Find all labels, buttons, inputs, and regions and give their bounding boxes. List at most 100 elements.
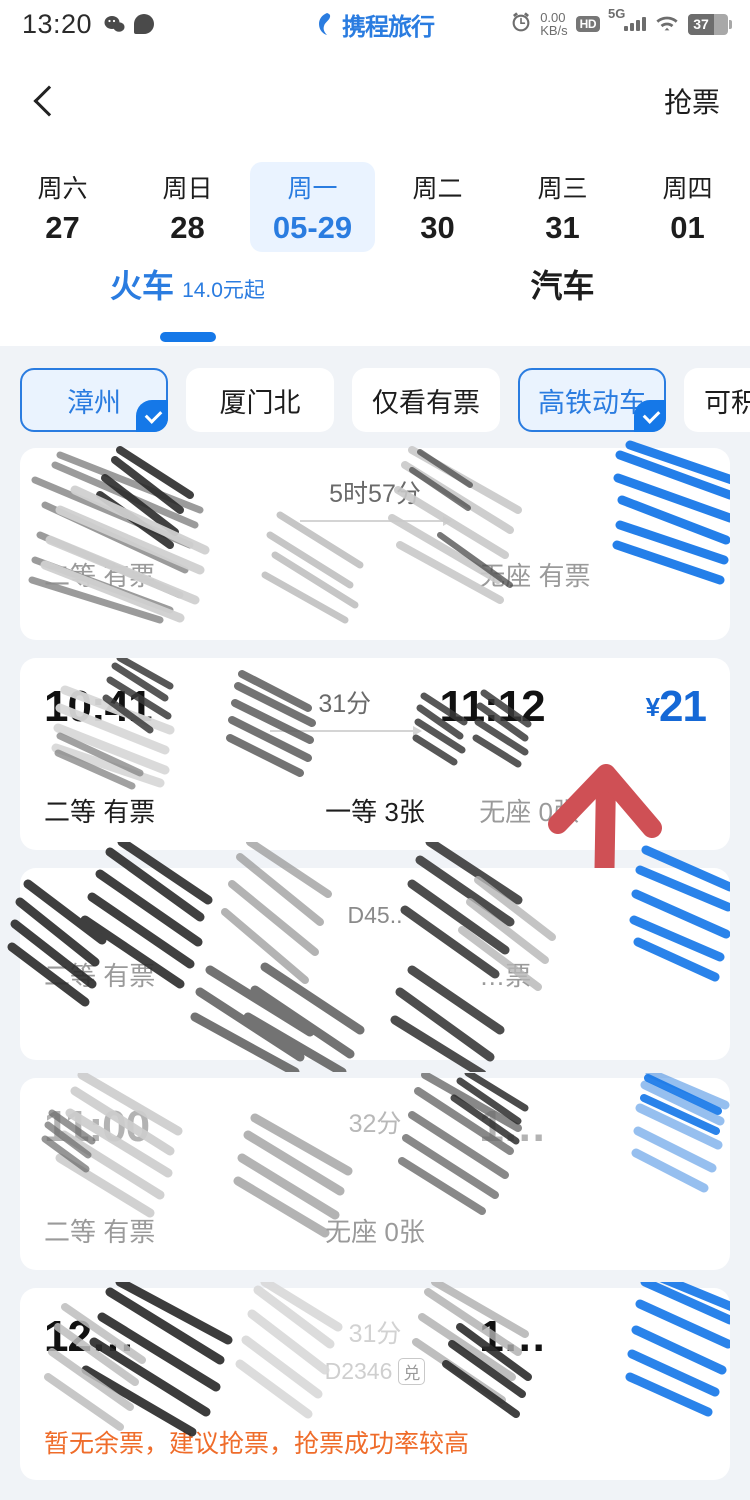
tab-train-price-hint: 14.0元起: [182, 279, 265, 302]
filter-chip-only-available[interactable]: 仅看有票: [352, 368, 500, 432]
arrival-time: 1…: [479, 1102, 546, 1151]
status-bar-clock: 13:20: [22, 8, 93, 39]
date-item-0[interactable]: 周六 27: [0, 162, 125, 252]
departure-block: [44, 474, 271, 510]
arrival-station: [479, 480, 706, 510]
duration-arrow-line: [269, 726, 422, 736]
duration-block: 31分 D2346 兑: [271, 1314, 480, 1385]
seat-availability-row: 二等 有票 …票: [44, 956, 706, 993]
departure-block: [44, 894, 271, 930]
filter-chip-arrival-station[interactable]: 厦门北: [186, 368, 334, 432]
filter-chip-points-redeem[interactable]: 可积分兑: [684, 368, 750, 432]
arrival-block: 1…: [479, 1104, 706, 1186]
date-day: 30: [420, 209, 455, 245]
seat-availability-row: 二等 有票 无座 0张: [44, 1212, 706, 1249]
seat-class-extra: [479, 1212, 706, 1249]
duration-block: D45..: [271, 894, 480, 929]
arrival-block: 11:12: [440, 684, 646, 766]
departure-block: 11:00: [44, 1104, 271, 1186]
filter-chip-label: 仅看有票: [372, 387, 480, 418]
no-ticket-warning: 暂无余票，建议抢票，抢票成功率较高: [44, 1430, 470, 1458]
departure-station: [44, 736, 250, 766]
price-value: 21: [659, 682, 707, 731]
arrival-station: [479, 1366, 706, 1396]
train-number: D2346 兑: [271, 1358, 480, 1385]
duration-block: 5时57分: [271, 474, 480, 530]
seat-class-first: [271, 956, 480, 993]
date-item-1[interactable]: 周日 28: [125, 162, 250, 252]
filter-chip-departure-station[interactable]: 漳州: [20, 368, 168, 432]
chat-bubble-icon: [134, 14, 155, 34]
seat-availability-row: 二等 有票 无座 有票: [44, 556, 706, 593]
currency-symbol: ¥: [645, 692, 661, 722]
brand-text: 携程旅行: [342, 13, 435, 41]
arrival-station: [479, 1156, 706, 1186]
date-weekday: 周四: [662, 174, 713, 203]
battery-level: 37: [688, 13, 714, 35]
arrival-block: [479, 894, 706, 930]
alarm-clock-icon: [510, 11, 532, 38]
ctrip-logo-icon: [319, 13, 331, 35]
seat-class-standing: 无座 0张: [325, 1217, 425, 1247]
grab-ticket-button[interactable]: 抢票: [664, 81, 720, 121]
tab-bus[interactable]: 汽车: [375, 261, 750, 346]
date-day: 01: [670, 209, 705, 245]
trip-duration: 5时57分: [329, 480, 421, 508]
date-day: 31: [545, 209, 580, 245]
app-screen: 13:20 携程旅行 0.00 KB/s HD 5G 37 抢票 周六 27 周…: [0, 0, 750, 1500]
trip-duration: 32分: [348, 1110, 402, 1138]
date-selector-strip: 周六 27 周日 28 周一 05-29 周二 30 周三 31 周四 01: [0, 153, 750, 261]
filter-chip-row: 漳州 厦门北 仅看有票 高铁动车 可积分兑: [0, 346, 750, 448]
tab-train-label: 火车: [110, 268, 175, 304]
tab-active-underline: [159, 332, 216, 342]
seat-class-second: 二等 有票: [44, 961, 156, 991]
arrival-station: [479, 900, 706, 930]
filter-chip-high-speed[interactable]: 高铁动车: [518, 368, 666, 432]
redaction-scribble: [28, 440, 730, 624]
date-item-2-selected[interactable]: 周一 05-29: [250, 162, 375, 252]
train-card-top-row: 5时57分: [44, 474, 706, 530]
train-card-top-row: 11:00 32分 1…: [44, 1104, 706, 1186]
train-card[interactable]: 12… 31分 D2346 兑 1… 暂无余票，建议抢票，抢票成功率较高: [20, 1282, 730, 1480]
arrival-block: 1…: [479, 1314, 706, 1396]
date-day: 27: [45, 209, 80, 245]
date-weekday: 周三: [537, 174, 588, 203]
network-type-label: 5G: [608, 6, 626, 21]
departure-time: 11:00: [44, 1102, 150, 1151]
wechat-icon: [104, 15, 125, 34]
price-block: ¥21: [645, 682, 707, 731]
duration-block: 32分: [271, 1104, 480, 1148]
ticket-price: ¥21: [645, 682, 707, 731]
filter-chip-label: 高铁动车: [538, 387, 646, 418]
seat-class-first: 一等 3张: [325, 797, 425, 827]
train-card[interactable]: 11:00 32分 1… 二等 有票 无座 0张: [20, 1073, 730, 1270]
train-card-selected[interactable]: 10:41 31分 11:12 ¥21 二等 有票 一等 3张 无座 0张: [20, 658, 730, 1026]
train-card-list: 5时57分 二等 有票 无座 有票 10:41 31分 11:12 ¥21 二等…: [0, 440, 750, 1480]
tab-train[interactable]: 火车 14.0元起: [0, 261, 375, 346]
battery-icon: 37: [688, 13, 732, 35]
points-redeem-badge: 兑: [398, 1358, 426, 1385]
date-item-3[interactable]: 周二 30: [375, 162, 500, 252]
app-brand-logo: 携程旅行: [316, 7, 435, 42]
status-bar-notification-icons: [104, 14, 155, 34]
train-card[interactable]: 5时57分 二等 有票 无座 有票: [20, 440, 730, 640]
train-number-value: D2346: [324, 1358, 393, 1384]
departure-station: [44, 480, 271, 510]
departure-station: [44, 1156, 271, 1186]
filter-chip-label: 漳州: [67, 387, 121, 418]
departure-block: 12…: [44, 1314, 271, 1396]
train-card[interactable]: D45.. 二等 有票 …票: [7, 842, 730, 1072]
network-speed: 0.00 KB/s: [540, 11, 567, 37]
hd-badge-icon: HD: [575, 16, 600, 32]
checkmark-icon: [136, 400, 168, 432]
date-weekday: 周六: [37, 174, 88, 203]
date-item-5[interactable]: 周四 01: [625, 162, 750, 252]
back-button[interactable]: [30, 86, 60, 116]
seat-class-second: 二等 有票: [44, 1217, 156, 1247]
arrival-time: 11:12: [439, 682, 546, 731]
train-card-top-row: D45..: [44, 894, 706, 930]
date-item-4[interactable]: 周三 31: [500, 162, 625, 252]
route-title-redacted: [180, 48, 580, 153]
date-list: 周六 27 周日 28 周一 05-29 周二 30 周三 31 周四 01: [0, 162, 750, 252]
date-weekday: 周二: [412, 174, 463, 203]
